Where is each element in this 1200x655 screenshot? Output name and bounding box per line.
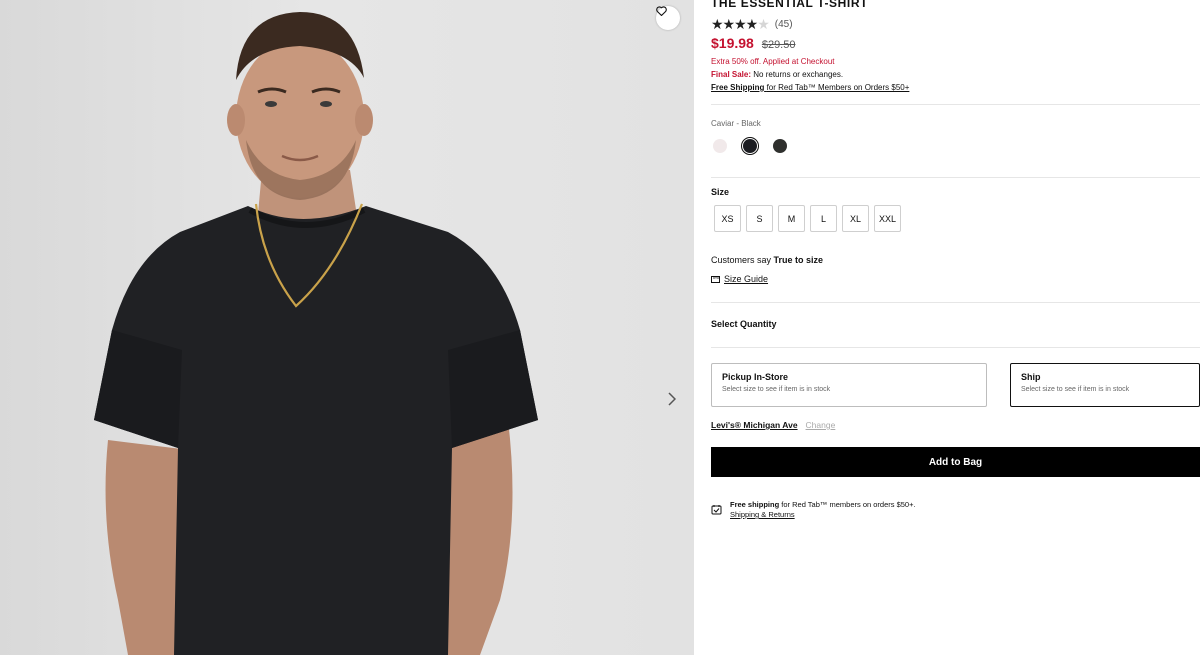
fit-prefix: Customers say — [711, 255, 772, 265]
size-xl[interactable]: XL — [842, 205, 869, 232]
price-row: $19.98 $29.50 — [711, 35, 795, 51]
divider — [711, 302, 1200, 303]
select-quantity[interactable]: Select Quantity — [711, 319, 777, 329]
fit-value: True to size — [773, 255, 824, 265]
size-label: Size — [711, 187, 730, 197]
rating[interactable]: ★★★★★ (45) — [711, 16, 793, 33]
size-options: XS S M L XL XXL — [714, 205, 902, 232]
heart-icon — [656, 6, 667, 16]
size-guide-link[interactable]: Size Guide — [711, 274, 768, 284]
rating-stars: ★★★★★ — [711, 16, 770, 33]
size-xs[interactable]: XS — [714, 205, 741, 232]
product-title: THE ESSENTIAL T-SHIRT — [711, 0, 869, 10]
size-m[interactable]: M — [778, 205, 805, 232]
change-store-link[interactable]: Change — [806, 420, 836, 430]
pickup-in-store-option[interactable]: Pickup In-Store Select size to see if it… — [711, 363, 987, 407]
product-info-panel: THE ESSENTIAL T-SHIRT ★★★★★ (45) $19.98 … — [711, 0, 1200, 655]
size-xxl[interactable]: XXL — [874, 205, 902, 232]
ship-title: Ship — [1021, 372, 1041, 382]
free-shipping-bold: Free Shipping — [711, 83, 765, 92]
promo-message: Extra 50% off. Applied at Checkout — [711, 57, 835, 66]
color-swatches — [711, 137, 789, 155]
pickup-subtitle: Select size to see if item is in stock — [722, 386, 831, 393]
wishlist-button[interactable] — [656, 6, 680, 30]
store-selector: Levi's® Michigan Ave Change — [711, 420, 835, 430]
store-name-link[interactable]: Levi's® Michigan Ave — [711, 420, 798, 430]
divider — [711, 347, 1200, 348]
product-image-gallery[interactable] — [0, 0, 694, 655]
final-sale-text: No returns or exchanges. — [753, 70, 844, 79]
swatch-dark-gray[interactable] — [771, 137, 789, 155]
final-sale-label: Final Sale: — [711, 70, 752, 79]
ruler-icon — [711, 275, 720, 283]
divider — [711, 177, 1200, 178]
shipping-returns-link[interactable]: Shipping & Returns — [730, 510, 916, 520]
free-shipping-link[interactable]: Free Shipping for Red Tab™ Members on Or… — [711, 83, 909, 92]
divider — [711, 104, 1200, 105]
final-sale-notice: Final Sale: No returns or exchanges. — [711, 70, 843, 79]
ship-subtitle: Select size to see if item is in stock — [1021, 386, 1130, 393]
shipping-note-body: for Red Tab™ members on orders $50+. — [781, 500, 916, 509]
add-to-bag-button[interactable]: Add to Bag — [711, 447, 1200, 477]
size-s[interactable]: S — [746, 205, 773, 232]
chevron-right-icon — [668, 392, 676, 406]
swatch-light[interactable] — [711, 137, 729, 155]
pickup-title: Pickup In-Store — [722, 372, 789, 382]
fit-feedback: Customers say True to size — [711, 255, 823, 265]
product-photo — [94, 12, 538, 655]
size-l[interactable]: L — [810, 205, 837, 232]
size-guide-label: Size Guide — [724, 274, 769, 284]
shipping-note: Free shipping for Red Tab™ members on or… — [711, 500, 916, 520]
rating-count: (45) — [774, 19, 793, 30]
star-icons-filled: ★★★★ — [711, 16, 758, 32]
ship-option[interactable]: Ship Select size to see if item is in st… — [1010, 363, 1200, 407]
box-icon — [711, 505, 722, 515]
sale-price: $19.98 — [711, 35, 754, 51]
free-shipping-text: for Red Tab™ Members on Orders $50+ — [766, 83, 910, 92]
next-image-button[interactable] — [668, 392, 688, 416]
shipping-note-text: Free shipping for Red Tab™ members on or… — [730, 500, 916, 520]
original-price: $29.50 — [761, 39, 796, 51]
shipping-note-bold: Free shipping — [730, 500, 780, 509]
swatch-caviar-black[interactable] — [741, 137, 759, 155]
star-icon-empty: ★ — [757, 16, 770, 32]
color-label: Caviar - Black — [711, 119, 761, 128]
